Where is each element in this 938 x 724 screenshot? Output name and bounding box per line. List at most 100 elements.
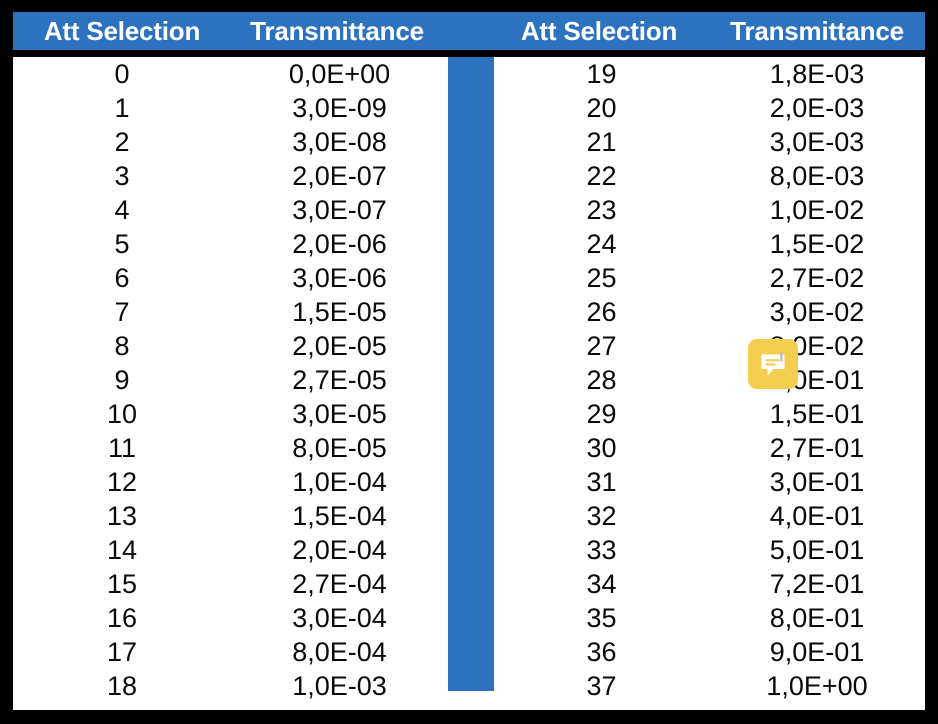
att-selection-value: 12	[106, 466, 138, 497]
transmittance-value: 8,0E-02	[769, 330, 865, 361]
transmittance-value: 1,5E-01	[769, 398, 865, 429]
transmittance-value: 0,0E+00	[288, 58, 391, 89]
att-selection-value: 4	[114, 194, 130, 225]
transmittance-value: 1,0E+00	[766, 670, 868, 701]
table-row: 29 1,5E-01	[494, 397, 925, 431]
table-row: 25 2,7E-02	[494, 261, 925, 295]
table-row: 15 2,7E-04	[13, 567, 448, 601]
center-divider-column	[448, 57, 494, 691]
table-row: 1 3,0E-09	[13, 91, 448, 125]
table-row: 14 2,0E-04	[13, 533, 448, 567]
transmittance-value: 3,0E-02	[769, 296, 865, 327]
att-selection-value: 2	[114, 126, 130, 157]
table-row: 33 5,0E-01	[494, 533, 925, 567]
att-selection-value: 23	[586, 194, 617, 225]
transmittance-value: 8,0E-01	[769, 602, 865, 633]
transmittance-value: 2,0E-04	[292, 534, 387, 565]
table-row: 7 1,5E-05	[13, 295, 448, 329]
transmittance-value: 3,0E-01	[769, 466, 865, 497]
table-row: 2 3,0E-08	[13, 125, 448, 159]
att-selection-value: 34	[586, 568, 617, 599]
transmittance-value: 8,0E-04	[292, 636, 387, 667]
table-half-right: 19 1,8E-03 20 2,0E-03 21 3,0E-03 22 8,0E-03 23 1,…	[494, 57, 925, 699]
table-row: 34 7,2E-01	[494, 567, 925, 601]
table-row: 4 3,0E-07	[13, 193, 448, 227]
table-row: 11 8,0E-05	[13, 431, 448, 465]
transmittance-value: 8,0E-03	[769, 160, 865, 191]
att-selection-value: 25	[586, 262, 617, 293]
table-row: 32 4,0E-01	[494, 499, 925, 533]
att-selection-value: 7	[114, 296, 130, 327]
att-selection-value: 31	[586, 466, 617, 497]
att-selection-value: 19	[586, 58, 617, 89]
table-row: 31 3,0E-01	[494, 465, 925, 499]
transmittance-value: 2,7E-04	[292, 568, 387, 599]
transmittance-value: 3,0E-08	[292, 126, 387, 157]
att-selection-value: 6	[114, 262, 130, 293]
att-selection-value: 16	[106, 602, 138, 633]
transmittance-value: 7,2E-01	[769, 568, 865, 599]
transmittance-value: 3,0E-05	[292, 398, 387, 429]
att-selection-value: 10	[106, 398, 138, 429]
att-selection-value: 30	[586, 432, 617, 463]
transmittance-value: 1,5E-02	[769, 228, 865, 259]
column-header-att-selection-left: Att Selection	[43, 16, 201, 46]
column-header-transmittance-right: Transmittance	[730, 16, 904, 46]
table-row: 13 1,5E-04	[13, 499, 448, 533]
att-selection-value: 1	[114, 92, 130, 123]
table-half-left: 0 0,0E+00 1 3,0E-09 2 3,0E-08 3 2,0E-07 4 3,0E-07…	[13, 57, 448, 699]
att-selection-value: 27	[586, 330, 617, 361]
table-row: 3 2,0E-07	[13, 159, 448, 193]
att-selection-value: 15	[106, 568, 138, 599]
table-row: 0 0,0E+00	[13, 57, 448, 91]
table-row: 23 1,0E-02	[494, 193, 925, 227]
att-selection-value: 26	[586, 296, 617, 327]
att-selection-value: 18	[106, 670, 138, 701]
transmittance-value: 3,0E-09	[292, 92, 387, 123]
table-header-row: Att Selection Transmittance Att Selectio…	[13, 12, 925, 50]
table-row: 28 1,0E-01	[494, 363, 925, 397]
transmittance-value: 1,0E-02	[769, 194, 865, 225]
att-selection-value: 20	[586, 92, 617, 123]
table-row: 16 3,0E-04	[13, 601, 448, 635]
att-selection-value: 24	[586, 228, 617, 259]
att-selection-value: 32	[586, 500, 617, 531]
table-row: 37 1,0E+00	[494, 669, 925, 703]
table-row: 12 1,0E-04	[13, 465, 448, 499]
table-row: 5 2,0E-06	[13, 227, 448, 261]
att-selection-value: 9	[114, 364, 130, 395]
column-header-att-selection-right: Att Selection	[520, 16, 678, 46]
table-row: 19 1,8E-03	[494, 57, 925, 91]
att-selection-value: 0	[114, 58, 130, 89]
table-row: 9 2,7E-05	[13, 363, 448, 397]
transmittance-value: 2,7E-05	[292, 364, 387, 395]
table-row: 6 3,0E-06	[13, 261, 448, 295]
table-row: 26 3,0E-02	[494, 295, 925, 329]
att-selection-value: 17	[106, 636, 138, 667]
att-selection-value: 11	[107, 432, 137, 463]
transmittance-value: 2,7E-01	[769, 432, 865, 463]
table-row: 22 8,0E-03	[494, 159, 925, 193]
table-row: 24 1,5E-02	[494, 227, 925, 261]
table-row: 27 8,0E-02	[494, 329, 925, 363]
att-selection-value: 13	[106, 500, 138, 531]
att-selection-value: 36	[586, 636, 617, 667]
att-selection-value: 29	[586, 398, 617, 429]
table-row: 36 9,0E-01	[494, 635, 925, 669]
comment-bubble-icon[interactable]	[748, 339, 798, 389]
transmittance-value: 3,0E-04	[292, 602, 387, 633]
table-row: 10 3,0E-05	[13, 397, 448, 431]
att-selection-value: 8	[114, 330, 130, 361]
att-selection-value: 22	[586, 160, 617, 191]
att-selection-value: 33	[586, 534, 617, 565]
table-row: 21 3,0E-03	[494, 125, 925, 159]
transmittance-value: 2,7E-02	[769, 262, 865, 293]
transmittance-value: 3,0E-07	[292, 194, 387, 225]
transmittance-value: 1,5E-05	[292, 296, 387, 327]
transmittance-value: 1,8E-03	[769, 58, 865, 89]
transmittance-value: 3,0E-06	[292, 262, 387, 293]
table-inner: Att Selection Transmittance Att Selectio…	[13, 12, 925, 710]
transmittance-value: 5,0E-01	[769, 534, 865, 565]
table-row: 35 8,0E-01	[494, 601, 925, 635]
transmittance-value: 4,0E-01	[769, 500, 865, 531]
